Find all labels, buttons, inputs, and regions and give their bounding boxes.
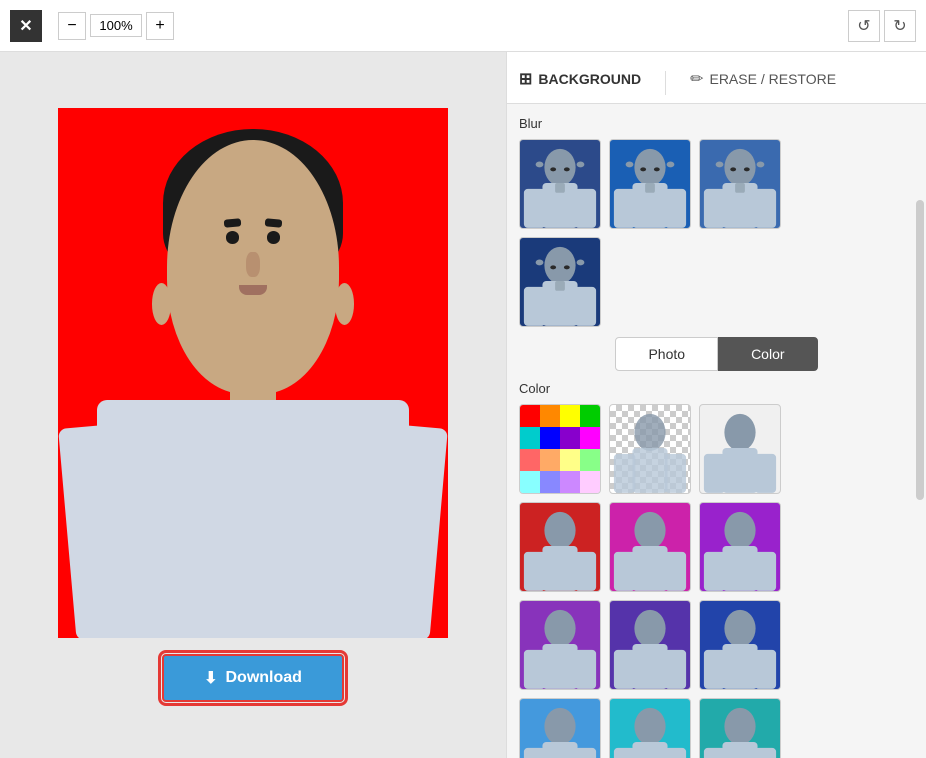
mouth xyxy=(239,285,266,295)
color-thumbnails-row2 xyxy=(519,502,914,592)
eyebrow-right xyxy=(265,218,283,227)
eyebrow-left xyxy=(224,218,242,227)
photo-frame xyxy=(58,108,448,638)
teal-bg-thumb[interactable] xyxy=(699,698,781,758)
blur-section: Blur xyxy=(519,116,914,327)
light-blue-bg-thumb[interactable] xyxy=(519,698,601,758)
eye-left xyxy=(226,231,240,244)
eye-right xyxy=(267,231,281,244)
ear-right xyxy=(335,283,355,325)
toggle-photo-button[interactable]: Photo xyxy=(615,337,718,371)
blur-label: Blur xyxy=(519,116,914,131)
nose xyxy=(246,252,260,277)
top-bar: ✕ − 100% + ↺ ↻ xyxy=(0,0,926,52)
person-figure xyxy=(58,108,448,638)
undo-redo-controls: ↺ ↻ xyxy=(848,10,916,42)
cyan-bg-thumb[interactable] xyxy=(609,698,691,758)
blur-thumb-2[interactable] xyxy=(609,139,691,229)
download-button[interactable]: ⬇ Download xyxy=(162,654,344,702)
color-section: Color xyxy=(519,381,914,758)
head xyxy=(167,140,339,394)
tab-background[interactable]: ⊞ BACKGROUND xyxy=(519,69,641,97)
blur-thumb-3[interactable] xyxy=(699,139,781,229)
layers-icon: ⊞ xyxy=(519,69,532,89)
tab-background-label: BACKGROUND xyxy=(538,71,641,87)
zoom-out-button[interactable]: − xyxy=(58,12,86,40)
tab-divider xyxy=(665,71,666,95)
main-layout: ⬇ Download ⊞ BACKGROUND ✏ ERASE / RESTOR… xyxy=(0,52,926,758)
purple-bg-thumb[interactable] xyxy=(699,502,781,592)
blur-thumb-4[interactable] xyxy=(519,237,601,327)
white-bg-thumb[interactable] xyxy=(699,404,781,494)
color-label: Color xyxy=(519,381,914,396)
photo-color-toggle: Photo Color xyxy=(519,337,914,371)
zoom-in-button[interactable]: + xyxy=(146,12,174,40)
undo-button[interactable]: ↺ xyxy=(848,10,880,42)
close-button[interactable]: ✕ xyxy=(10,10,42,42)
download-label: Download xyxy=(225,669,301,687)
blur-thumb-1[interactable] xyxy=(519,139,601,229)
light-purple-bg-thumb[interactable] xyxy=(519,600,601,690)
canvas-area: ⬇ Download xyxy=(0,52,506,758)
tab-erase-label: ERASE / RESTORE xyxy=(709,71,836,87)
redo-button[interactable]: ↻ xyxy=(884,10,916,42)
color-thumbnails-row4 xyxy=(519,698,914,758)
transparent-thumb[interactable] xyxy=(609,404,691,494)
color-thumbnails-row1 xyxy=(519,404,914,494)
right-panel-content: Blur xyxy=(507,104,926,758)
red-bg-thumb[interactable] xyxy=(519,502,601,592)
blur-thumbnails-row2 xyxy=(519,237,914,327)
color-grid-thumb[interactable] xyxy=(519,404,601,494)
photo-container: ⬇ Download xyxy=(58,108,448,702)
zoom-value-display: 100% xyxy=(90,14,142,37)
download-icon: ⬇ xyxy=(204,668,217,688)
neck xyxy=(230,362,277,404)
scrollbar[interactable] xyxy=(916,200,924,500)
tab-erase-restore[interactable]: ✏ ERASE / RESTORE xyxy=(690,69,836,97)
blur-thumbnails-row1 xyxy=(519,139,914,229)
royal-blue-bg-thumb[interactable] xyxy=(699,600,781,690)
color-thumbnails-row3 xyxy=(519,600,914,690)
ear-left xyxy=(152,283,172,325)
dark-purple-bg-thumb[interactable] xyxy=(609,600,691,690)
zoom-controls: − 100% + xyxy=(58,12,174,40)
right-panel: ⊞ BACKGROUND ✏ ERASE / RESTORE Blur xyxy=(506,52,926,758)
pencil-icon: ✏ xyxy=(690,69,703,89)
toggle-color-button[interactable]: Color xyxy=(718,337,817,371)
right-panel-tabs: ⊞ BACKGROUND ✏ ERASE / RESTORE xyxy=(507,52,926,104)
magenta-bg-thumb[interactable] xyxy=(609,502,691,592)
